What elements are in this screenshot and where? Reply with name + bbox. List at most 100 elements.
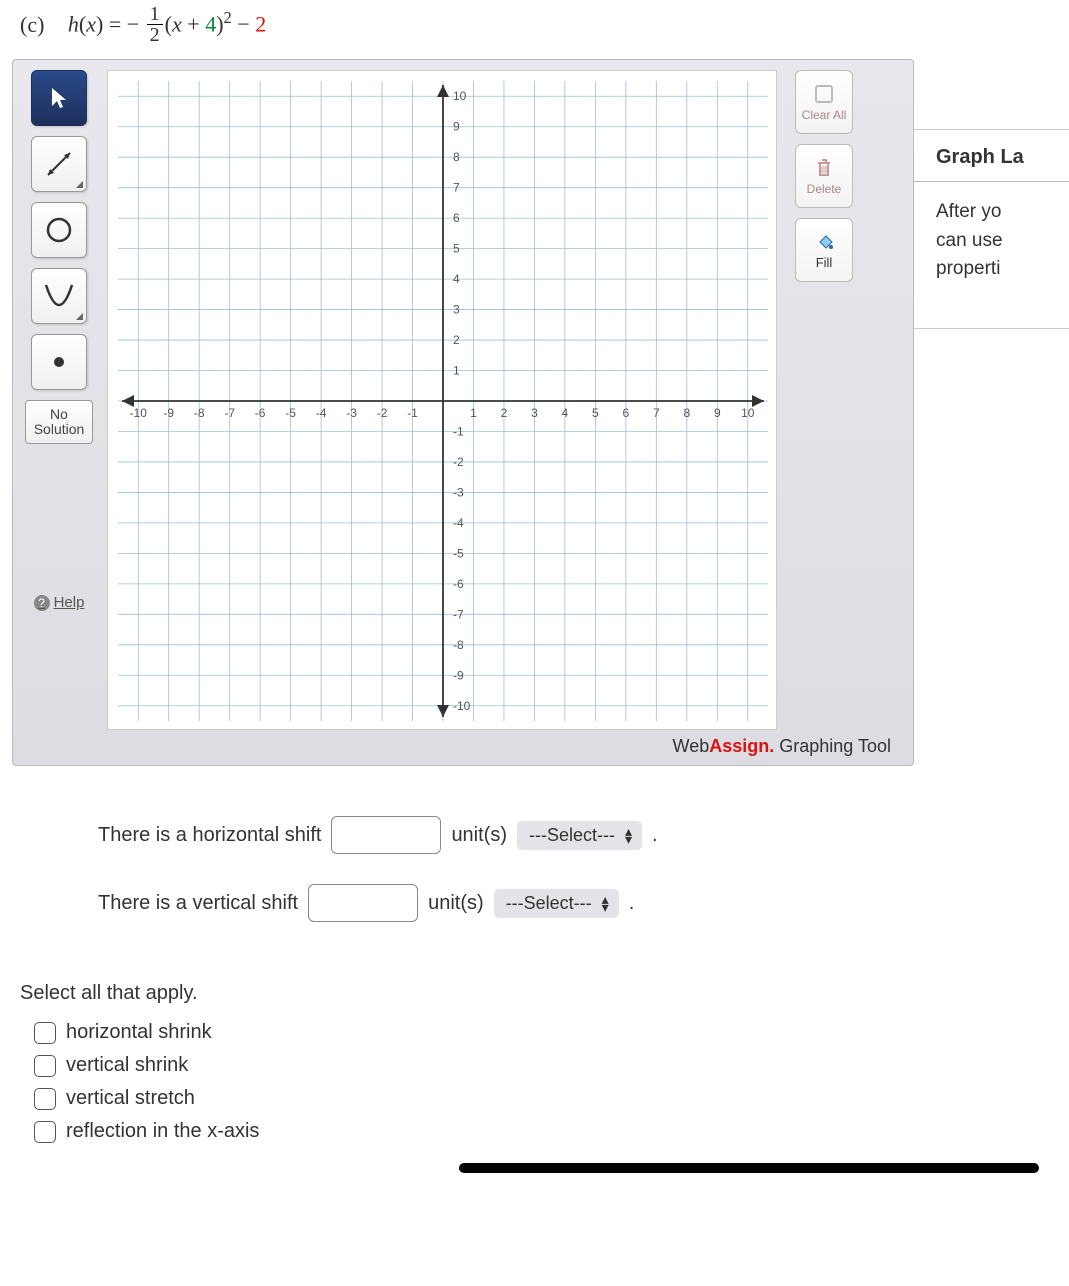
no-solution-button[interactable]: No Solution <box>25 400 93 444</box>
svg-text:-2: -2 <box>377 406 388 420</box>
svg-text:3: 3 <box>531 406 538 420</box>
select-placeholder-1: ---Select--- <box>529 825 615 846</box>
fn-arg: x <box>86 12 96 37</box>
coordinate-grid[interactable]: -10-9-8-7-6-5-4-3-2-112345678910-10-9-8-… <box>107 70 777 730</box>
bottom-scrollbar[interactable] <box>0 1153 1069 1173</box>
help-icon: ? <box>34 595 50 611</box>
checkbox[interactable] <box>34 1022 56 1044</box>
clear-label: Clear All <box>802 108 847 122</box>
h-shift-value: 4 <box>205 12 216 37</box>
graphing-tool-panel: No Solution ? Help -10 -9 -8 -7 -6 -5 -4 -3 -2 -1… <box>12 59 914 766</box>
svg-text:-7: -7 <box>224 406 235 420</box>
opt-label: horizontal shrink <box>66 1021 212 1044</box>
graph-action-toolbar: Clear All Delete Fill <box>789 70 859 730</box>
svg-text:-3: -3 <box>346 406 357 420</box>
svg-text:2: 2 <box>453 333 460 347</box>
clear-all-button[interactable]: Clear All <box>795 70 853 134</box>
svg-text:-6: -6 <box>255 406 266 420</box>
svg-text:-1: -1 <box>453 424 464 438</box>
brand-label: WebAssign. Graphing Tool <box>23 730 903 757</box>
svg-text:1: 1 <box>470 406 477 420</box>
var-x: x <box>172 12 182 37</box>
svg-text:2: 2 <box>501 406 508 420</box>
svg-text:10: 10 <box>741 406 755 420</box>
option-reflection-x-axis[interactable]: reflection in the x-axis <box>34 1120 1069 1143</box>
equation: (c) h(x) = − 1 2 (x + 4)2 − 2 <box>0 0 1069 59</box>
v-shift-input[interactable] <box>308 884 418 922</box>
help-label: Help <box>54 594 85 611</box>
chevron-updown-icon: ▴▾ <box>625 827 632 844</box>
svg-text:4: 4 <box>562 406 569 420</box>
open-paren: ( <box>165 12 172 37</box>
neg-sign: − <box>127 12 145 37</box>
minus: − <box>232 12 255 37</box>
svg-text:5: 5 <box>592 406 599 420</box>
option-vertical-stretch[interactable]: vertical stretch <box>34 1087 1069 1110</box>
checkbox[interactable] <box>34 1121 56 1143</box>
svg-text:8: 8 <box>453 150 460 164</box>
circle-icon <box>44 215 74 245</box>
no-sol-line2: Solution <box>34 421 85 437</box>
svg-text:-5: -5 <box>453 546 464 560</box>
fill-button[interactable]: Fill <box>795 218 853 282</box>
svg-text:-7: -7 <box>453 607 464 621</box>
close-paren: ) <box>216 12 223 37</box>
svg-text:6: 6 <box>623 406 630 420</box>
vertical-shift-row: There is a vertical shift unit(s) ---Sel… <box>98 884 1049 922</box>
frac-den: 2 <box>147 25 163 45</box>
svg-text:-9: -9 <box>453 668 464 682</box>
svg-text:-4: -4 <box>316 406 327 420</box>
point-tool-button[interactable] <box>31 334 87 390</box>
shift-questions: There is a horizontal shift unit(s) ---S… <box>0 766 1069 962</box>
unit-label-2: unit(s) <box>428 892 484 915</box>
brand-suffix: Graphing Tool <box>774 736 891 756</box>
period-1: . <box>652 824 658 847</box>
svg-text:-8: -8 <box>453 638 464 652</box>
line-icon <box>44 149 74 179</box>
svg-text:6: 6 <box>453 211 460 225</box>
graph-toolbar: No Solution ? Help <box>23 70 95 730</box>
h-shift-input[interactable] <box>331 816 441 854</box>
svg-text:-3: -3 <box>453 485 464 499</box>
brand-bold: Assign. <box>709 736 774 756</box>
option-vertical-shrink[interactable]: vertical shrink <box>34 1054 1069 1077</box>
svg-text:10: 10 <box>453 89 467 103</box>
period-2: . <box>629 892 635 915</box>
trash-icon <box>813 157 835 179</box>
select-all-prompt: Select all that apply. <box>0 962 1069 1005</box>
chevron-updown-icon: ▴▾ <box>602 895 609 912</box>
point-icon <box>49 352 69 372</box>
checkbox[interactable] <box>34 1088 56 1110</box>
checkbox[interactable] <box>34 1055 56 1077</box>
delete-button[interactable]: Delete <box>795 144 853 208</box>
clear-icon <box>813 83 835 105</box>
svg-text:5: 5 <box>453 242 460 256</box>
fill-icon <box>813 230 835 252</box>
fraction: 1 2 <box>147 4 163 45</box>
cursor-icon <box>49 86 69 110</box>
help-link[interactable]: ? Help <box>34 594 85 611</box>
svg-text:9: 9 <box>453 120 460 134</box>
frac-num: 1 <box>147 4 163 25</box>
v-shift-value: 2 <box>255 12 266 37</box>
line-tool-button[interactable] <box>31 136 87 192</box>
select-tool-button[interactable] <box>31 70 87 126</box>
svg-text:-5: -5 <box>285 406 296 420</box>
svg-text:1: 1 <box>453 364 460 378</box>
v-shift-direction-select[interactable]: ---Select--- ▴▾ <box>494 889 619 918</box>
parabola-tool-button[interactable] <box>31 268 87 324</box>
plus: + <box>182 12 205 37</box>
side-line-1: After yo <box>936 198 1069 227</box>
svg-text:8: 8 <box>683 406 690 420</box>
svg-text:-10: -10 <box>130 406 148 420</box>
v-shift-label: There is a vertical shift <box>98 892 298 915</box>
h-shift-direction-select[interactable]: ---Select--- ▴▾ <box>517 821 642 850</box>
fill-label: Fill <box>816 255 833 270</box>
svg-text:3: 3 <box>453 303 460 317</box>
option-horizontal-shrink[interactable]: horizontal shrink <box>34 1021 1069 1044</box>
circle-tool-button[interactable] <box>31 202 87 258</box>
exp: 2 <box>224 8 232 27</box>
svg-text:7: 7 <box>653 406 660 420</box>
side-line-3: properti <box>936 255 1069 284</box>
brand-pre: Web <box>673 736 710 756</box>
